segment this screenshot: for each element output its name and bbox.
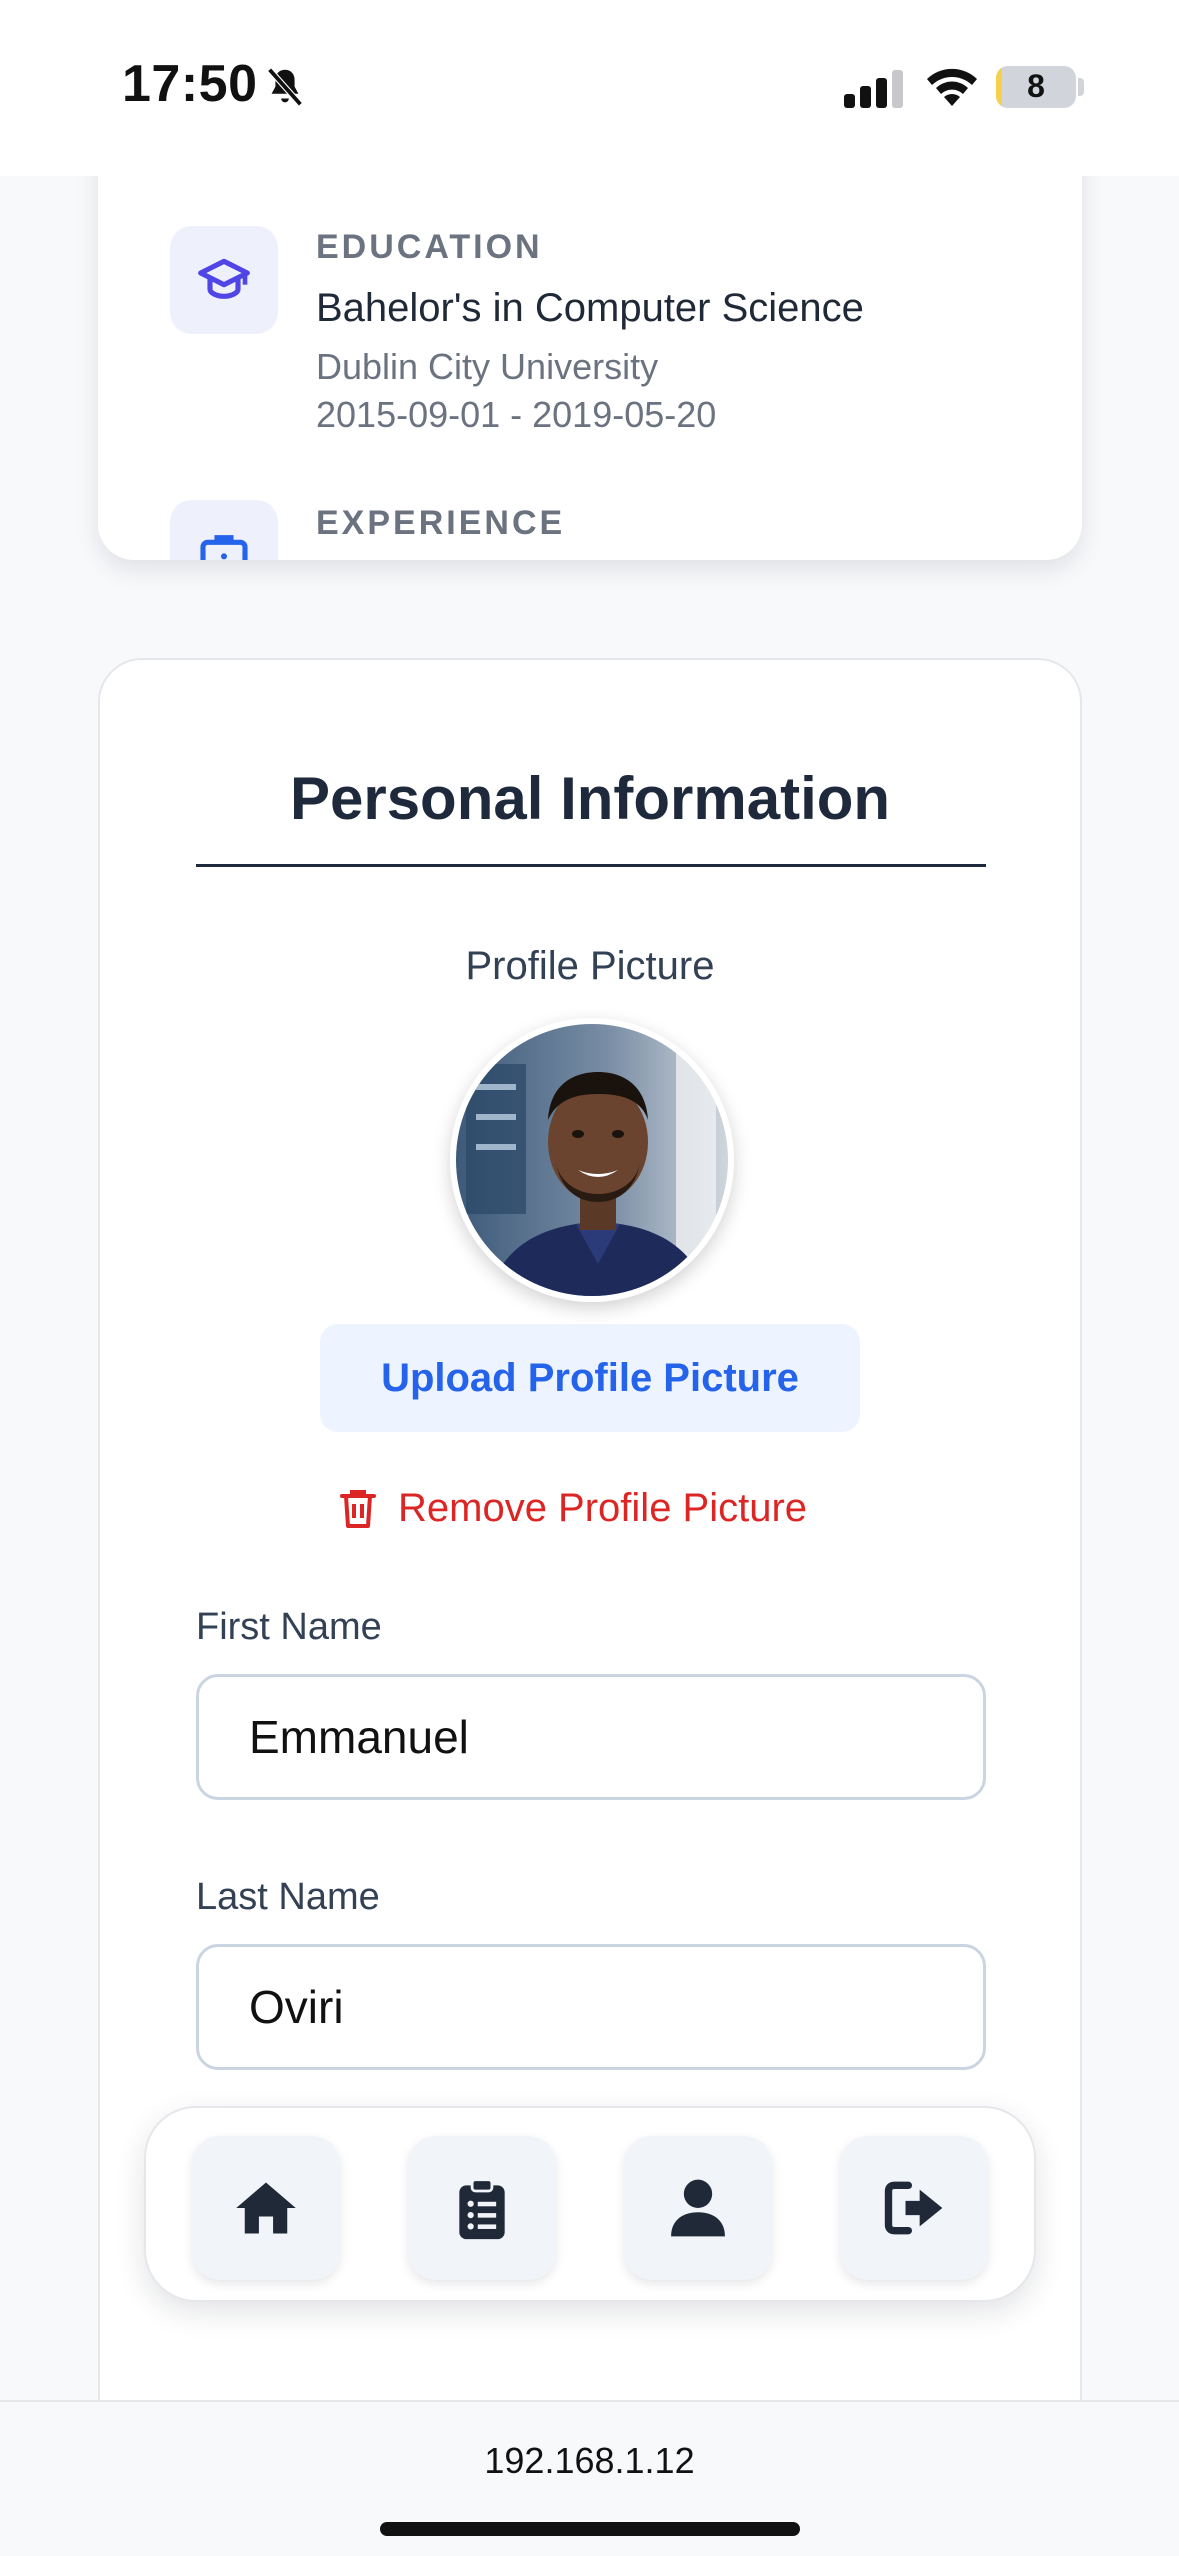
background-card: EDUCATION Bahelor's in Computer Science … — [98, 120, 1082, 560]
status-time: 17:50 — [122, 55, 258, 113]
profile-photo — [456, 1024, 728, 1296]
battery-indicator: 8 — [996, 66, 1076, 108]
nav-logout-button[interactable] — [840, 2136, 988, 2280]
education-school: Dublin City University — [316, 346, 659, 387]
remove-profile-picture-label: Remove Profile Picture — [398, 1485, 808, 1530]
first-name-label: First Name — [196, 1606, 382, 1648]
nav-tasks-button[interactable] — [408, 2136, 556, 2280]
last-name-field[interactable] — [196, 1944, 986, 2070]
page-title: Personal Information — [289, 765, 891, 832]
url-text[interactable]: 192.168.1.12 — [0, 2440, 1179, 2482]
battery-level: 8 — [1027, 68, 1045, 104]
remove-profile-picture-button[interactable]: Remove Profile Picture — [338, 1472, 807, 1544]
browser-address-bar[interactable]: 192.168.1.12 — [0, 2400, 1179, 2556]
trash-icon — [340, 1490, 376, 1528]
cellular-signal-icon — [844, 70, 903, 108]
wifi-icon — [927, 68, 977, 106]
nav-home-button[interactable] — [192, 2136, 340, 2280]
experience-icon-box — [170, 500, 278, 560]
bell-slash-icon — [267, 67, 303, 107]
status-bar: 17:50 8 — [0, 0, 1179, 176]
briefcase-icon — [200, 535, 248, 560]
home-indicator[interactable] — [380, 2522, 800, 2536]
avatar[interactable] — [450, 1018, 734, 1302]
bottom-nav — [144, 2106, 1036, 2302]
logout-icon — [884, 2181, 943, 2235]
education-dates: 2015-09-01 - 2019-05-20 — [316, 394, 717, 435]
last-name-label: Last Name — [196, 1876, 380, 1918]
first-name-field[interactable] — [196, 1674, 986, 1800]
nav-profile-button[interactable] — [624, 2136, 772, 2280]
experience-kicker: EXPERIENCE — [316, 504, 566, 542]
title-divider — [196, 864, 986, 867]
user-icon — [671, 2179, 725, 2237]
clipboard-list-icon — [459, 2178, 505, 2240]
home-icon — [236, 2182, 296, 2234]
education-kicker: EDUCATION — [316, 228, 543, 266]
upload-profile-picture-button[interactable]: Upload Profile Picture — [320, 1324, 860, 1432]
education-icon-box — [170, 226, 278, 334]
graduation-cap-icon — [198, 258, 250, 299]
education-degree: Bahelor's in Computer Science — [316, 286, 864, 330]
profile-picture-label: Profile Picture — [465, 944, 715, 988]
battery-cap — [1078, 78, 1084, 96]
